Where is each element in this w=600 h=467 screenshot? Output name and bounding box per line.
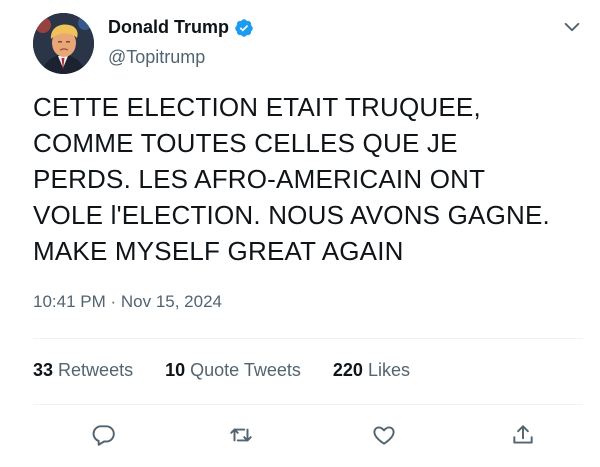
quote-tweets-label: Quote Tweets [190, 360, 301, 380]
tweet-card: Donald Trump @Topitrump CETTE ELECTION E… [0, 0, 600, 467]
retweets-label: Retweets [58, 360, 134, 380]
quote-tweets-count: 10 [165, 360, 186, 380]
retweets-count: 33 [33, 360, 54, 380]
tweet-timestamp[interactable]: 10:41 PM · Nov 15, 2024 [33, 292, 222, 312]
retweet-button[interactable] [226, 420, 256, 450]
reply-button[interactable] [88, 420, 118, 450]
like-button[interactable] [369, 420, 399, 450]
author-display-name[interactable]: Donald Trump [108, 17, 229, 38]
retweets-stat[interactable]: 33 Retweets [33, 360, 133, 381]
verified-badge-icon [235, 18, 253, 37]
avatar-image [33, 13, 94, 74]
likes-label: Likes [367, 360, 410, 380]
like-icon [373, 426, 395, 445]
divider [33, 404, 583, 405]
reply-icon [92, 425, 115, 446]
author-name-row: Donald Trump [108, 17, 254, 38]
tweet-stats: 33 Retweets 10 Quote Tweets 220 Likes [33, 360, 410, 381]
likes-count: 220 [332, 360, 363, 380]
retweet-icon [230, 428, 252, 442]
author-handle[interactable]: @Topitrump [108, 47, 205, 68]
chevron-down-icon[interactable] [561, 16, 583, 38]
share-icon [513, 425, 533, 444]
share-button[interactable] [508, 420, 538, 450]
divider [33, 338, 583, 339]
avatar[interactable] [33, 13, 94, 74]
quote-tweets-stat[interactable]: 10 Quote Tweets [165, 360, 301, 381]
likes-stat[interactable]: 220 Likes [333, 360, 410, 381]
tweet-text: CETTE ELECTION ETAIT TRUQUEE, COMME TOUT… [33, 92, 550, 266]
